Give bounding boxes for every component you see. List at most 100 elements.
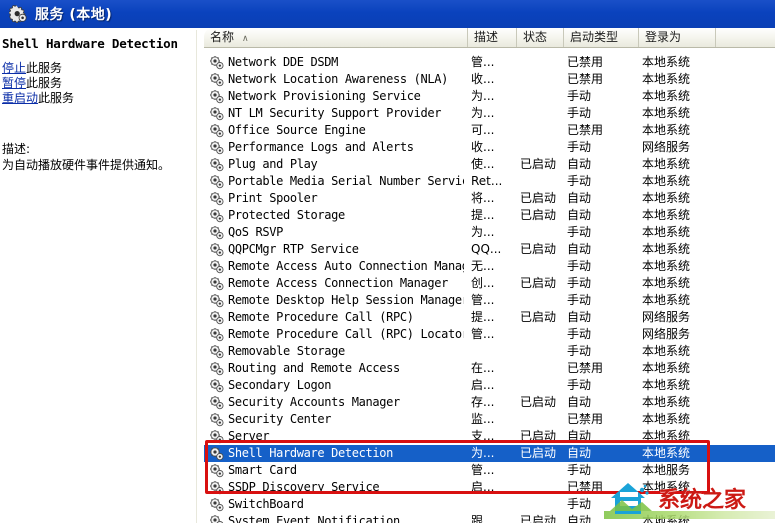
pause-service-link[interactable]: 暂停 bbox=[2, 76, 26, 90]
cell-description: 无... bbox=[471, 259, 495, 273]
table-row[interactable]: Security Accounts Manager 存... 已启动 自动 本地系统 bbox=[204, 394, 775, 411]
cell-description: 管... bbox=[471, 463, 495, 477]
table-row[interactable]: Remote Access Auto Connection Manager 无..… bbox=[204, 258, 775, 275]
cell-service-name: Office Source Engine bbox=[209, 122, 464, 139]
cell-startup-type: 已禁用 bbox=[567, 123, 604, 137]
table-row[interactable]: Remote Procedure Call (RPC) 提... 已启动 自动 网络服务 bbox=[204, 309, 775, 326]
cell-description: 启... bbox=[471, 480, 495, 494]
gear-icon bbox=[209, 395, 224, 410]
cell-status bbox=[520, 105, 568, 122]
table-row[interactable]: Security Center 监... 已禁用 本地系统 bbox=[204, 411, 775, 428]
cell-description: 使... bbox=[471, 157, 495, 171]
table-row[interactable]: Shell Hardware Detection 为... 已启动 自动 本地系统 bbox=[204, 445, 775, 462]
column-header-4[interactable]: 登录为 bbox=[639, 28, 716, 47]
gear-icon bbox=[209, 55, 224, 70]
cell-status bbox=[520, 54, 568, 71]
cell-description: 提... bbox=[471, 208, 495, 222]
service-name-text: Performance Logs and Alerts bbox=[228, 140, 414, 154]
cell-status bbox=[520, 479, 568, 496]
column-header-3[interactable]: 启动类型 bbox=[564, 28, 639, 47]
cell-status: 已启动 bbox=[520, 514, 557, 523]
gear-icon bbox=[209, 327, 224, 342]
table-row[interactable]: SSDP Discovery Service 启... 已禁用 本地系统 bbox=[204, 479, 775, 496]
cell-service-name: Portable Media Serial Number Service bbox=[209, 173, 464, 190]
cell-service-name: QQPCMgr RTP Service bbox=[209, 241, 464, 258]
service-name-text: Portable Media Serial Number Service bbox=[228, 174, 464, 188]
cell-description: 为... bbox=[471, 89, 495, 103]
restart-service-link[interactable]: 重启动 bbox=[2, 91, 38, 105]
cell-log-on-as: 本地系统 bbox=[642, 225, 691, 239]
table-row[interactable]: Remote Access Connection Manager 创... 已启动手… bbox=[204, 275, 775, 292]
cell-startup-type: 手动 bbox=[567, 106, 592, 120]
table-row[interactable]: Protected Storage 提... 已启动 自动 本地系统 bbox=[204, 207, 775, 224]
cell-log-on-as: 本地系统 bbox=[642, 344, 691, 358]
table-row[interactable]: Print Spooler 将... 已启动 自动 本地系统 bbox=[204, 190, 775, 207]
cell-startup-type: 自动 bbox=[567, 310, 592, 324]
cell-log-on-as: 本地系统 bbox=[642, 361, 691, 375]
cell-startup-type: 手动 bbox=[567, 259, 592, 273]
table-row[interactable]: NT LM Security Support Provider 为... 手动 本地系… bbox=[204, 105, 775, 122]
cell-status: 已启动 bbox=[520, 429, 557, 443]
table-row[interactable]: Remote Procedure Call (RPC) Locator 管... 手… bbox=[204, 326, 775, 343]
stop-service-row: 停止此服务 bbox=[2, 61, 197, 76]
cell-status bbox=[520, 292, 568, 309]
table-row[interactable]: QoS RSVP 为... 手动 本地系统 bbox=[204, 224, 775, 241]
stop-service-link[interactable]: 停止 bbox=[2, 61, 26, 75]
service-name-text: Security Accounts Manager bbox=[228, 395, 400, 409]
gear-icon bbox=[209, 429, 224, 444]
column-header-label: 启动类型 bbox=[570, 30, 619, 44]
column-header-0[interactable]: 名称 ∧ bbox=[204, 28, 468, 47]
cell-startup-type: 已禁用 bbox=[567, 55, 604, 69]
cell-description bbox=[471, 343, 517, 360]
table-row[interactable]: Routing and Remote Access 在... 已禁用 本地系统 bbox=[204, 360, 775, 377]
cell-service-name: NT LM Security Support Provider bbox=[209, 105, 464, 122]
watermark-band bbox=[604, 511, 775, 519]
service-name-text: Print Spooler bbox=[228, 191, 318, 205]
cell-log-on-as: 本地系统 bbox=[642, 276, 691, 290]
gear-icon bbox=[8, 4, 27, 23]
gear-icon bbox=[209, 480, 224, 495]
cell-description: 为... bbox=[471, 446, 495, 460]
table-row[interactable]: Network DDE DSDM 管... 已禁用 本地系统 bbox=[204, 54, 775, 71]
service-name-text: Plug and Play bbox=[228, 157, 318, 171]
service-name-text: SSDP Discovery Service bbox=[228, 480, 380, 494]
column-header-label: 名称 bbox=[210, 30, 235, 44]
restart-service-suffix: 此服务 bbox=[38, 91, 75, 105]
column-header-spacer[interactable] bbox=[716, 28, 775, 47]
table-row[interactable]: Remote Desktop Help Session Manager 管... 手… bbox=[204, 292, 775, 309]
service-name-text: Network Location Awareness (NLA) bbox=[228, 72, 448, 86]
cell-status bbox=[520, 411, 568, 428]
table-row[interactable]: Network Location Awareness (NLA) 收... 已禁用 本… bbox=[204, 71, 775, 88]
table-row[interactable]: Secondary Logon 启... 手动 本地系统 bbox=[204, 377, 775, 394]
table-row[interactable]: Server 支... 已启动 自动 本地系统 bbox=[204, 428, 775, 445]
table-row[interactable]: Office Source Engine 可... 已禁用 本地系统 bbox=[204, 122, 775, 139]
column-header-2[interactable]: 状态 bbox=[517, 28, 564, 47]
table-row[interactable]: Performance Logs and Alerts 收... 手动 网络服务 bbox=[204, 139, 775, 156]
service-name-text: NT LM Security Support Provider bbox=[228, 106, 442, 120]
cell-log-on-as: 本地系统 bbox=[642, 208, 691, 222]
cell-log-on-as: 本地系统 bbox=[642, 123, 691, 137]
cell-service-name: Server bbox=[209, 428, 464, 445]
cell-service-name: Remote Procedure Call (RPC) Locator bbox=[209, 326, 464, 343]
cell-description: 存... bbox=[471, 395, 495, 409]
table-row[interactable]: Network Provisioning Service 为... 手动 本地系统 bbox=[204, 88, 775, 105]
cell-description: 管... bbox=[471, 327, 495, 341]
column-header-label: 状态 bbox=[523, 30, 548, 44]
cell-service-name: SSDP Discovery Service bbox=[209, 479, 464, 496]
table-row[interactable]: Plug and Play 使... 已启动 自动 本地系统 bbox=[204, 156, 775, 173]
gear-icon bbox=[209, 344, 224, 359]
gear-icon bbox=[209, 497, 224, 512]
list-column-header: 名称 ∧ 描述 状态 启动类型 登录为 bbox=[204, 28, 775, 48]
cell-log-on-as: 本地系统 bbox=[642, 429, 691, 443]
table-row[interactable]: Removable Storage 手动 本地系统 bbox=[204, 343, 775, 360]
cell-service-name: Secondary Logon bbox=[209, 377, 464, 394]
services-list-body[interactable]: Network DDE DSDM 管... 已禁用 本地系统 Network Locat… bbox=[204, 48, 775, 523]
cell-service-name: System Event Notification bbox=[209, 513, 464, 523]
column-header-1[interactable]: 描述 bbox=[468, 28, 517, 47]
cell-service-name: Print Spooler bbox=[209, 190, 464, 207]
service-name-text: Secondary Logon bbox=[228, 378, 332, 392]
table-row[interactable]: QQPCMgr RTP Service QQ... 已启动 自动 本地系统 bbox=[204, 241, 775, 258]
table-row[interactable]: Smart Card 管... 手动 本地服务 bbox=[204, 462, 775, 479]
gear-icon bbox=[209, 514, 224, 523]
table-row[interactable]: Portable Media Serial Number Service Ret.… bbox=[204, 173, 775, 190]
